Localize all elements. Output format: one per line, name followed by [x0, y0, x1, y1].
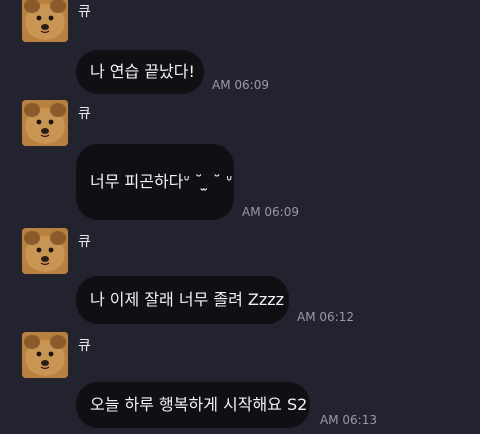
avatar[interactable]: [22, 332, 68, 378]
message-bubble[interactable]: 나 이제 잘래 너무 졸려 Zzzz: [76, 276, 289, 324]
message-bubble[interactable]: 너무 피곤하다ᐡ ˘ ̫ ˘ ᐡ: [76, 144, 234, 220]
message-time: AM 06:13: [320, 413, 377, 427]
message-time: AM 06:12: [297, 310, 354, 324]
message-bubble[interactable]: 나 연습 끝났다!: [76, 50, 204, 94]
avatar[interactable]: [22, 0, 68, 42]
message-bubble[interactable]: 오늘 하루 행복하게 시작해요 S2: [76, 382, 310, 428]
avatar[interactable]: [22, 100, 68, 146]
avatar[interactable]: [22, 228, 68, 274]
sender-name: 큐: [78, 234, 91, 250]
message-time: AM 06:09: [242, 205, 299, 219]
chat-area[interactable]: 큐 나 연습 끝났다! AM 06:09 큐 너무 피곤하다ᐡ ˘ ̫ ˘ ᐡ …: [0, 0, 480, 434]
sender-name: 큐: [78, 4, 91, 20]
sender-name: 큐: [78, 106, 91, 122]
sender-name: 큐: [78, 338, 91, 354]
message-time: AM 06:09: [212, 78, 269, 92]
